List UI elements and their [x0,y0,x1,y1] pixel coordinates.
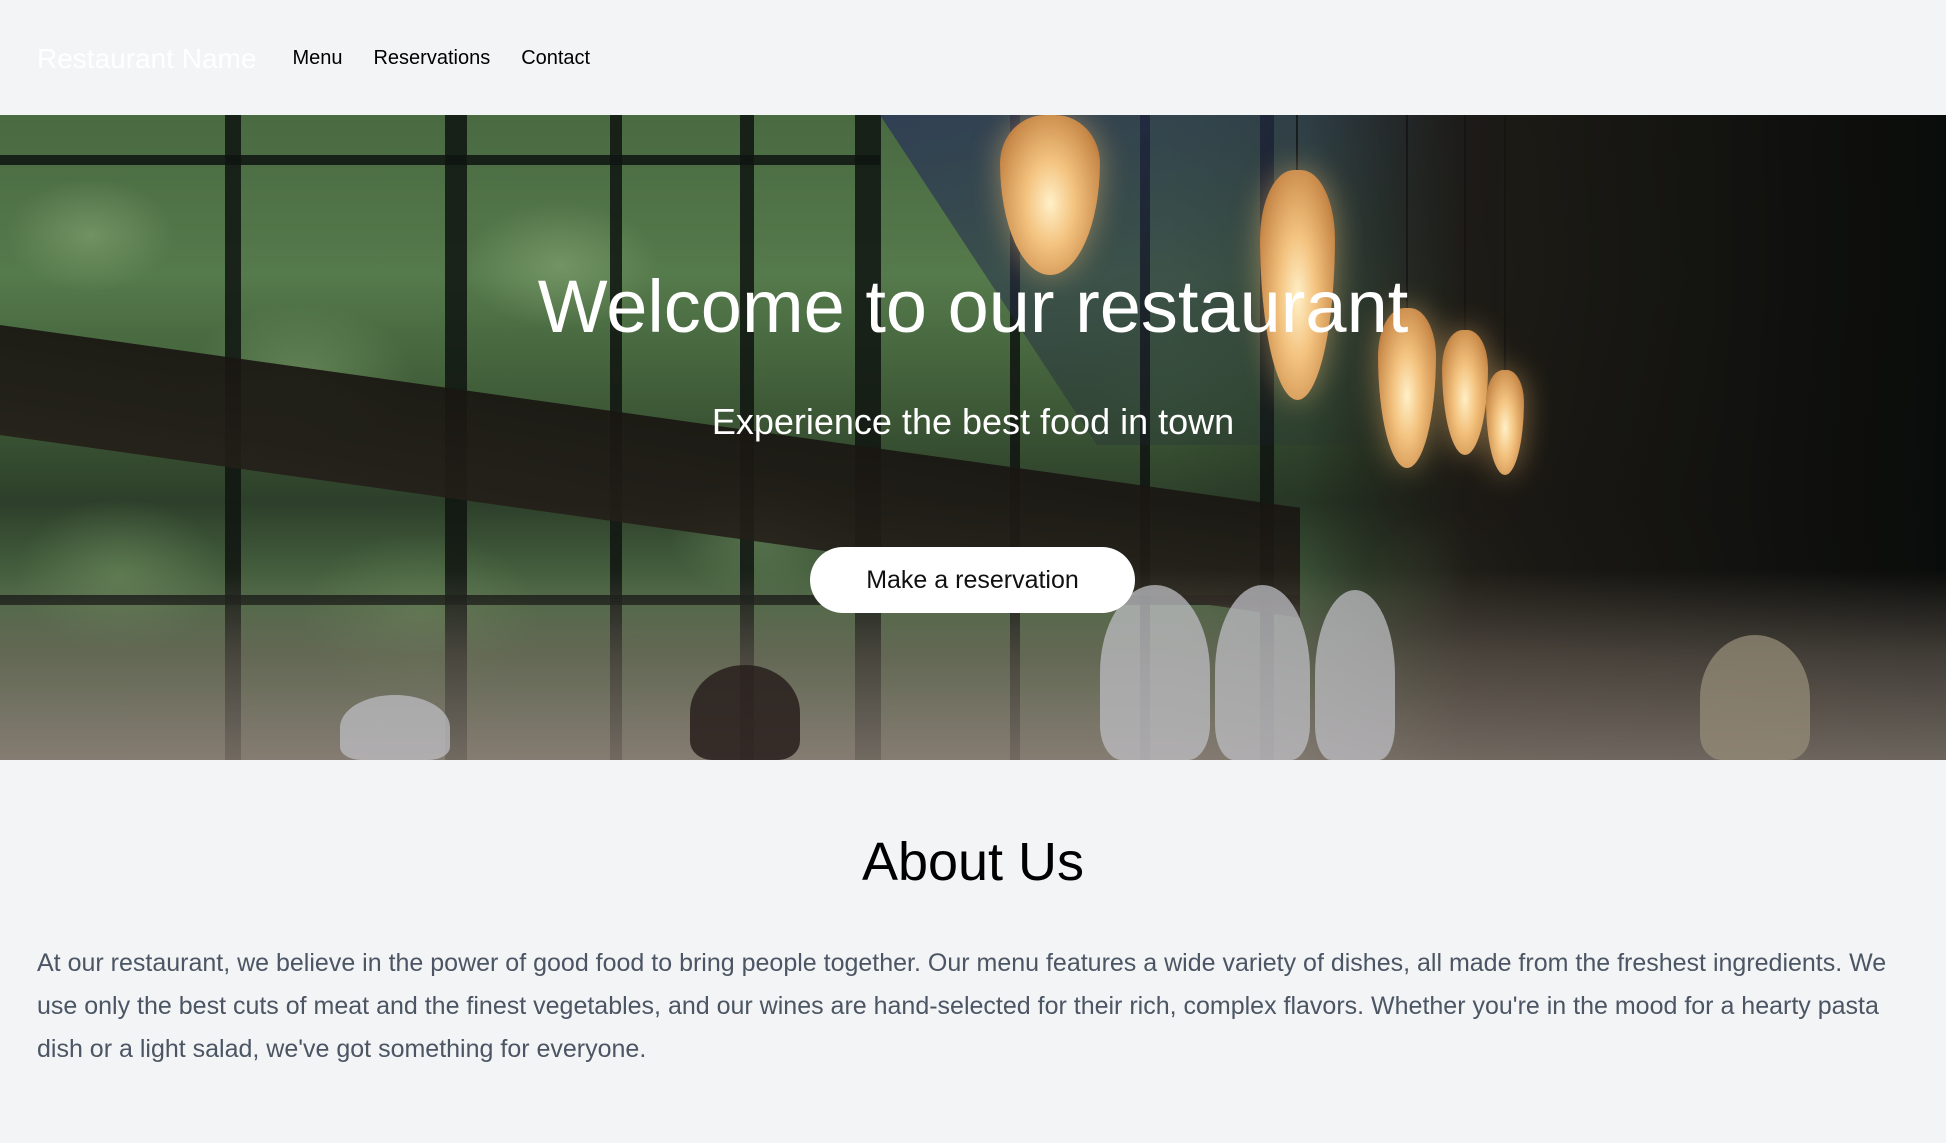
main-nav: Menu Reservations Contact [292,48,590,68]
hero-title: Welcome to our restaurant [537,265,1409,348]
about-text: At our restaurant, we believe in the pow… [37,949,1887,1063]
about-section: About Us At our restaurant, we believe i… [0,760,1946,1143]
nav-item-reservations[interactable]: Reservations [373,48,490,68]
nav-item-menu[interactable]: Menu [292,48,342,68]
about-title: About Us [861,832,1085,892]
brand-logo-link[interactable]: Restaurant Name [37,44,256,73]
hero-section: Welcome to our restaurant Experience the… [0,115,1946,760]
hero-content: Welcome to our restaurant Experience the… [0,115,1946,760]
nav-item-contact[interactable]: Contact [521,48,590,68]
make-reservation-button[interactable]: Make a reservation [810,547,1135,613]
site-header: Restaurant Name Menu Reservations Contac… [0,0,1946,115]
hero-subtitle: Experience the best food in town [711,401,1235,442]
